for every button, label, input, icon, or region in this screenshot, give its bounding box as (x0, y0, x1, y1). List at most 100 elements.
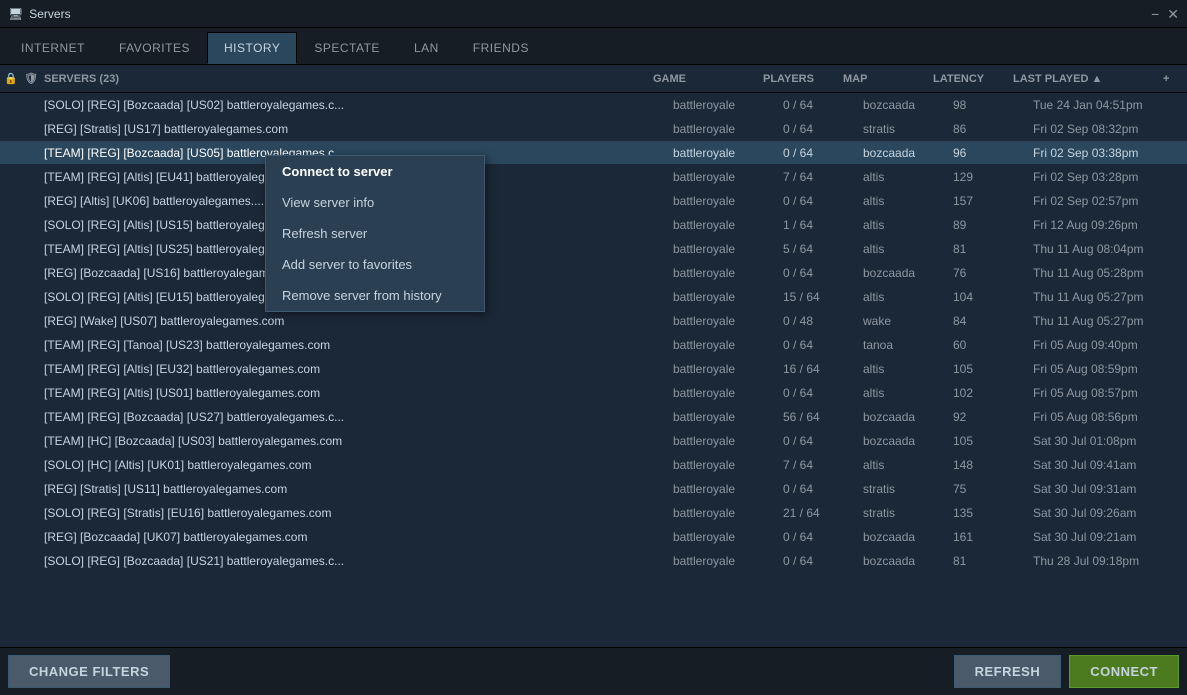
cell-server-name: [TEAM] [HC] [Bozcaada] [US03] battleroya… (44, 434, 673, 448)
table-header: 🔒 🛡 SERVERS (23) GAME PLAYERS MAP LATENC… (0, 65, 1187, 93)
cell-latency: 161 (953, 530, 1033, 544)
th-servers[interactable]: SERVERS (23) (44, 73, 653, 85)
cell-game: battleroyale (673, 386, 783, 400)
table-row[interactable]: [TEAM] [REG] [Bozcaada] [US27] battleroy… (0, 405, 1187, 429)
cell-latency: 148 (953, 458, 1033, 472)
cell-players: 15 / 64 (783, 290, 863, 304)
th-add[interactable]: + (1163, 73, 1183, 85)
cell-map: bozcaada (863, 530, 953, 544)
connect-button[interactable]: CONNECT (1069, 655, 1179, 688)
table-row[interactable]: [REG] [Bozcaada] [US16] battleroyalegame… (0, 261, 1187, 285)
th-latency[interactable]: LATENCY (933, 73, 1013, 85)
table-row[interactable]: [REG] [Stratis] [US17] battleroyalegames… (0, 117, 1187, 141)
table-row[interactable]: [REG] [Stratis] [US11] battleroyalegames… (0, 477, 1187, 501)
cell-game: battleroyale (673, 362, 783, 376)
cell-players: 21 / 64 (783, 506, 863, 520)
server-list[interactable]: [SOLO] [REG] [Bozcaada] [US02] battleroy… (0, 93, 1187, 653)
context-menu-item-view-info[interactable]: View server info (266, 187, 484, 218)
cell-map: altis (863, 290, 953, 304)
tab-internet[interactable]: INTERNET (4, 32, 102, 64)
table-row[interactable]: [TEAM] [REG] [Altis] [EU41] battleroyale… (0, 165, 1187, 189)
table-row[interactable]: [TEAM] [REG] [Altis] [US25] battleroyale… (0, 237, 1187, 261)
cell-server-name: [SOLO] [REG] [Bozcaada] [US21] battleroy… (44, 554, 673, 568)
cell-players: 0 / 64 (783, 122, 863, 136)
cell-game: battleroyale (673, 146, 783, 160)
th-map[interactable]: MAP (843, 73, 933, 85)
table-row[interactable]: [SOLO] [REG] [Bozcaada] [US21] battleroy… (0, 549, 1187, 573)
cell-players: 0 / 64 (783, 530, 863, 544)
cell-game: battleroyale (673, 218, 783, 232)
bottom-bar: CHANGE FILTERS REFRESH CONNECT (0, 647, 1187, 695)
table-row[interactable]: [TEAM] [REG] [Altis] [US01] battleroyale… (0, 381, 1187, 405)
table-row[interactable]: [SOLO] [HC] [Altis] [UK01] battleroyaleg… (0, 453, 1187, 477)
cell-server-name: [REG] [Wake] [US07] battleroyalegames.co… (44, 314, 673, 328)
cell-map: altis (863, 386, 953, 400)
cell-game: battleroyale (673, 410, 783, 424)
cell-latency: 105 (953, 362, 1033, 376)
cell-map: bozcaada (863, 266, 953, 280)
cell-game: battleroyale (673, 338, 783, 352)
table-row[interactable]: [TEAM] [REG] [Altis] [EU32] battleroyale… (0, 357, 1187, 381)
context-menu-item-add-favorites[interactable]: Add server to favorites (266, 249, 484, 280)
cell-server-name: [REG] [Stratis] [US17] battleroyalegames… (44, 122, 673, 136)
tab-history[interactable]: HISTORY (207, 32, 297, 64)
table-row[interactable]: [SOLO] [REG] [Stratis] [EU16] battleroya… (0, 501, 1187, 525)
cell-lastplayed: Fri 02 Sep 03:38pm (1033, 146, 1183, 160)
cell-latency: 135 (953, 506, 1033, 520)
cell-latency: 89 (953, 218, 1033, 232)
table-row[interactable]: [SOLO] [REG] [Altis] [EU15] battleroyale… (0, 285, 1187, 309)
table-row[interactable]: [SOLO] [REG] [Bozcaada] [US02] battleroy… (0, 93, 1187, 117)
context-menu-item-remove-history[interactable]: Remove server from history (266, 280, 484, 311)
refresh-button[interactable]: REFRESH (954, 655, 1062, 688)
cell-map: bozcaada (863, 410, 953, 424)
table-row[interactable]: [REG] [Wake] [US07] battleroyalegames.co… (0, 309, 1187, 333)
tab-friends[interactable]: FRIENDS (456, 32, 546, 64)
close-button[interactable]: ✕ (1167, 7, 1179, 21)
cell-lastplayed: Thu 11 Aug 05:28pm (1033, 266, 1183, 280)
cell-latency: 105 (953, 434, 1033, 448)
cell-server-name: [REG] [Bozcaada] [UK07] battleroyalegame… (44, 530, 673, 544)
title-bar-title: 🖥 Servers (8, 7, 71, 21)
cell-server-name: [TEAM] [REG] [Altis] [EU32] battleroyale… (44, 362, 673, 376)
server-list-container: [SOLO] [REG] [Bozcaada] [US02] battleroy… (0, 93, 1187, 653)
cell-lastplayed: Thu 11 Aug 05:27pm (1033, 290, 1183, 304)
table-row[interactable]: [REG] [Bozcaada] [UK07] battleroyalegame… (0, 525, 1187, 549)
cell-game: battleroyale (673, 554, 783, 568)
cell-lastplayed: Fri 05 Aug 09:40pm (1033, 338, 1183, 352)
tab-lan[interactable]: LAN (397, 32, 456, 64)
cell-map: altis (863, 458, 953, 472)
cell-map: altis (863, 218, 953, 232)
cell-latency: 98 (953, 98, 1033, 112)
table-row[interactable]: [SOLO] [REG] [Altis] [US15] battleroyale… (0, 213, 1187, 237)
context-menu-item-refresh[interactable]: Refresh server (266, 218, 484, 249)
cell-map: altis (863, 242, 953, 256)
cell-lastplayed: Sat 30 Jul 09:26am (1033, 506, 1183, 520)
tab-spectate[interactable]: SPECTATE (297, 32, 397, 64)
change-filters-button[interactable]: CHANGE FILTERS (8, 655, 170, 688)
cell-map: wake (863, 314, 953, 328)
cell-game: battleroyale (673, 194, 783, 208)
table-row[interactable]: [TEAM] [REG] [Bozcaada] [US05] battleroy… (0, 141, 1187, 165)
cell-players: 7 / 64 (783, 170, 863, 184)
tab-favorites[interactable]: FAVORITES (102, 32, 207, 64)
cell-game: battleroyale (673, 434, 783, 448)
cell-lastplayed: Sat 30 Jul 09:21am (1033, 530, 1183, 544)
table-row[interactable]: [TEAM] [HC] [Bozcaada] [US03] battleroya… (0, 429, 1187, 453)
cell-game: battleroyale (673, 314, 783, 328)
minimize-button[interactable]: − (1151, 7, 1159, 21)
cell-lastplayed: Fri 05 Aug 08:57pm (1033, 386, 1183, 400)
table-row[interactable]: [REG] [Altis] [UK06] battleroyalegames..… (0, 189, 1187, 213)
cell-game: battleroyale (673, 122, 783, 136)
th-game[interactable]: GAME (653, 73, 763, 85)
cell-map: bozcaada (863, 554, 953, 568)
context-menu-item-connect[interactable]: Connect to server (266, 156, 484, 187)
cell-players: 0 / 64 (783, 386, 863, 400)
table-row[interactable]: [TEAM] [REG] [Tanoa] [US23] battleroyale… (0, 333, 1187, 357)
cell-lastplayed: Fri 05 Aug 08:56pm (1033, 410, 1183, 424)
cell-lastplayed: Sat 30 Jul 09:31am (1033, 482, 1183, 496)
th-players[interactable]: PLAYERS (763, 73, 843, 85)
th-lastplayed[interactable]: LAST PLAYED ▲ (1013, 73, 1163, 85)
cell-latency: 104 (953, 290, 1033, 304)
cell-players: 0 / 64 (783, 266, 863, 280)
cell-server-name: [SOLO] [REG] [Bozcaada] [US02] battleroy… (44, 98, 673, 112)
